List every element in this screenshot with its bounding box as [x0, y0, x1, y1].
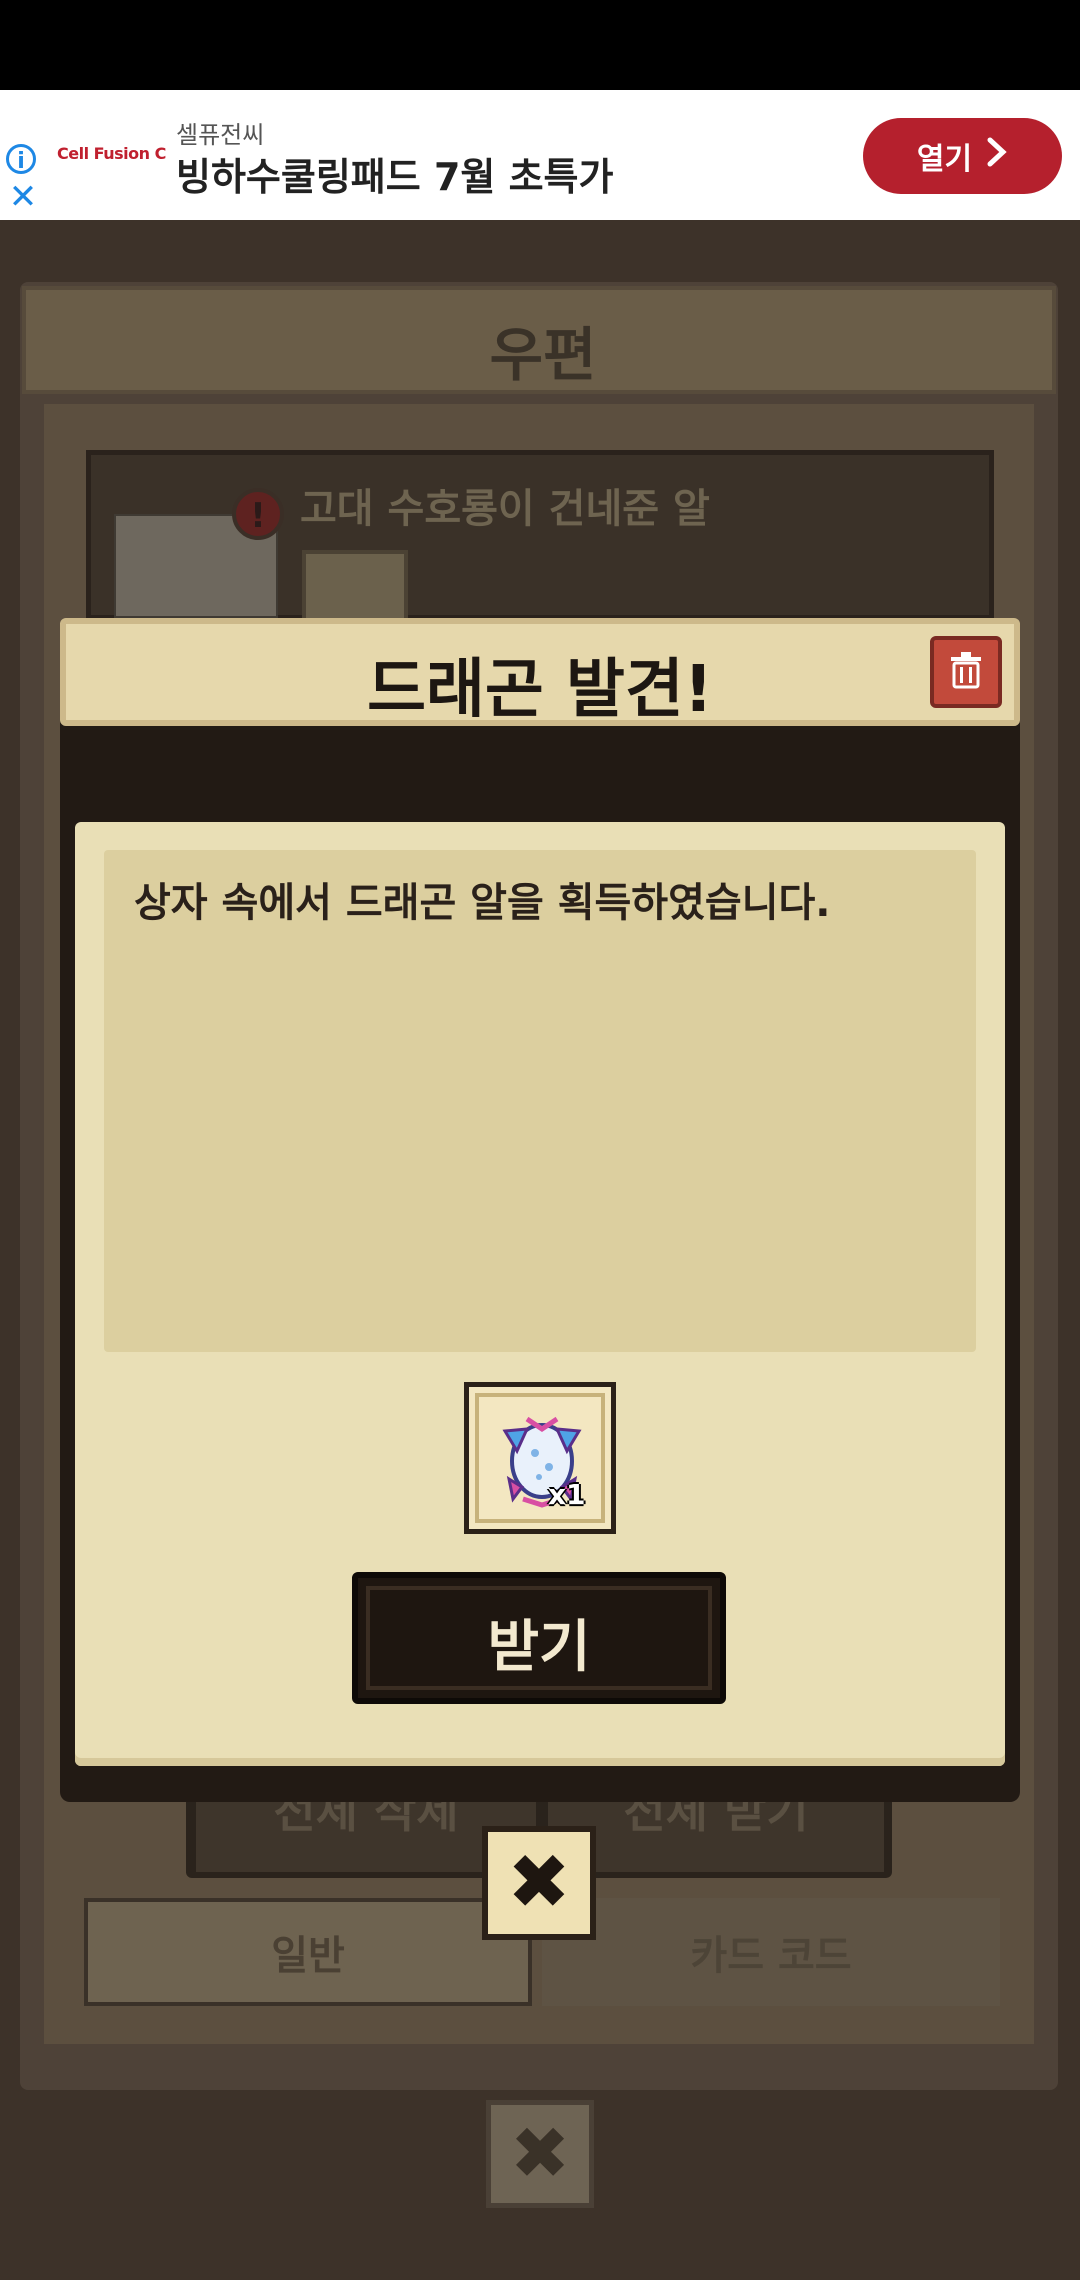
ad-logo: Cell Fusion C [57, 144, 166, 163]
ad-brand: 셀퓨전씨 [176, 121, 265, 149]
tab-general[interactable]: 일반 [84, 1898, 532, 2006]
alert-icon: ! [232, 488, 284, 540]
receive-button[interactable]: 받기 [352, 1572, 726, 1704]
mail-close-button[interactable]: ✖ [486, 2100, 594, 2208]
ad-open-label: 열기 [916, 142, 973, 177]
dialog-header: 드래곤 발견! [60, 618, 1020, 727]
close-button[interactable]: ✖ [482, 1826, 596, 1940]
mail-item-title: 고대 수호룡이 건네준 알 [300, 486, 710, 532]
dialog-message: 상자 속에서 드래곤 알을 획득하였습니다. [134, 880, 831, 926]
mail-titlebar: 우편 [22, 286, 1056, 394]
trash-icon [949, 651, 983, 693]
mail-title: 우편 [489, 321, 597, 389]
delete-mail-button[interactable] [930, 636, 1002, 708]
ad-open-button[interactable]: 열기 [863, 118, 1062, 194]
reward-quantity: x1 [548, 1478, 586, 1511]
tab-card-code[interactable]: 카드 코드 [542, 1898, 1000, 2006]
reward-item[interactable] [464, 1382, 616, 1534]
receive-label: 받기 [487, 1615, 591, 1680]
chevron-right-icon [986, 137, 1008, 175]
dialog-title: 드래곤 발견! [367, 653, 713, 727]
mail-item-reward-icon [302, 550, 408, 620]
close-icon[interactable]: ✕ [8, 180, 38, 214]
ad-headline[interactable]: 빙하수쿨링패드 7월 초특가 [176, 146, 613, 201]
info-icon[interactable]: i [6, 144, 36, 174]
status-bar [0, 0, 1080, 90]
